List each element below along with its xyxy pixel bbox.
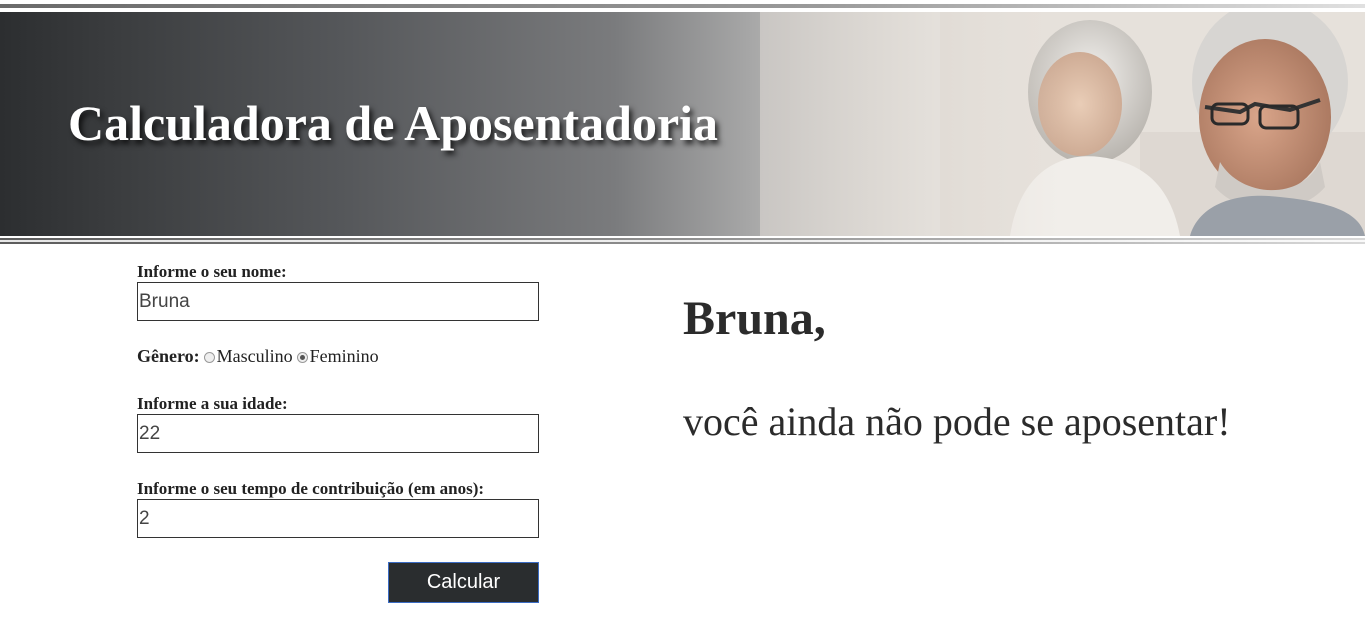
contribution-input[interactable]: [137, 499, 539, 538]
age-label: Informe a sua idade:: [137, 394, 288, 413]
calculate-button[interactable]: Calcular: [388, 562, 539, 603]
age-field: Informe a sua idade:: [137, 394, 539, 453]
gender-radio-masculino[interactable]: [203, 351, 215, 363]
header-photo: [760, 12, 1365, 236]
gender-label: Gênero:: [137, 346, 200, 366]
gender-option-masculino[interactable]: Masculino: [217, 346, 293, 367]
page-title: Calculadora de Aposentadoria: [68, 95, 719, 151]
result-message: você ainda não pode se aposentar!: [683, 399, 1231, 444]
name-label: Informe o seu nome:: [137, 262, 287, 281]
header-top-rule: [0, 4, 1365, 8]
name-input[interactable]: [137, 282, 539, 321]
contribution-label: Informe o seu tempo de contribuição (em …: [137, 479, 485, 498]
contribution-field: Informe o seu tempo de contribuição (em …: [137, 479, 539, 538]
gender-option-feminino[interactable]: Feminino: [310, 346, 379, 367]
gender-radio-feminino[interactable]: [296, 351, 308, 363]
header-banner: Calculadora de Aposentadoria: [0, 12, 1365, 236]
age-input[interactable]: [137, 414, 539, 453]
result-name: Bruna,: [683, 292, 826, 345]
header-bottom-rule: [0, 238, 1365, 244]
result-panel: Bruna, você ainda não pode se aposentar!: [683, 290, 1323, 444]
gender-group: Gênero: Masculino Feminino: [137, 346, 383, 367]
retirement-form: Informe o seu nome: Gênero: Masculino Fe…: [137, 262, 557, 603]
